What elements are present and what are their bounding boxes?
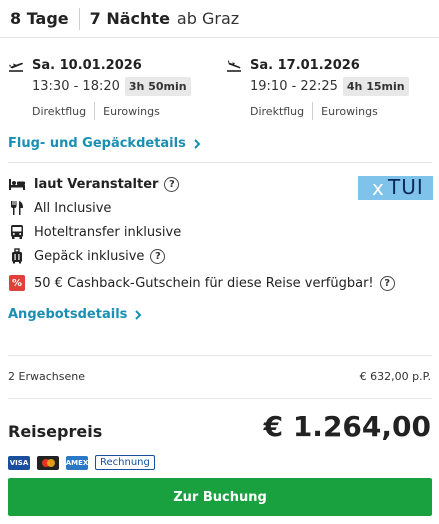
room-info: laut Veranstalter ? bbox=[8, 176, 180, 192]
section-divider bbox=[8, 398, 432, 399]
luggage-info: Gepäck inklusive ? bbox=[8, 248, 166, 264]
departure-origin: ab Graz bbox=[176, 9, 240, 28]
outbound-divider bbox=[94, 102, 96, 120]
mastercard-icon bbox=[37, 455, 59, 470]
section-divider bbox=[8, 162, 432, 163]
board-label: All Inclusive bbox=[34, 200, 112, 216]
trip-days: 8 Tage bbox=[10, 9, 69, 28]
outbound-date: Sa. 10.01.2026 bbox=[32, 58, 142, 73]
total-price: € 1.264,00 bbox=[263, 410, 431, 443]
board-info: All Inclusive bbox=[8, 200, 111, 216]
outbound-duration: 3h 50min bbox=[124, 77, 191, 96]
inbound-duration: 4h 15min bbox=[342, 77, 409, 96]
tui-smile-mark: x bbox=[372, 176, 384, 200]
room-label: laut Veranstalter bbox=[34, 176, 159, 192]
trip-nights: 7 Nächte bbox=[89, 9, 170, 28]
suitcase-icon bbox=[8, 248, 26, 264]
trip-summary-header: 8 Tage 7 Nächte ab Graz bbox=[0, 0, 439, 38]
book-button[interactable]: Zur Buchung bbox=[8, 478, 432, 516]
bus-icon bbox=[8, 224, 26, 240]
help-icon[interactable]: ? bbox=[379, 275, 395, 291]
percent-badge-icon: % bbox=[8, 275, 26, 291]
offer-details-link[interactable]: Angebotsdetails bbox=[8, 307, 142, 322]
plane-arrival-icon bbox=[227, 59, 241, 72]
inbound-airline: Eurowings bbox=[321, 104, 378, 118]
operator-logo: x TUI bbox=[358, 176, 433, 200]
help-icon[interactable]: ? bbox=[164, 176, 180, 192]
invoice-payment-badge: Rechnung bbox=[95, 455, 155, 470]
bed-icon bbox=[8, 176, 26, 192]
outbound-times: 13:30 - 18:20 bbox=[32, 79, 120, 94]
section-divider bbox=[8, 355, 432, 356]
chevron-right-icon bbox=[194, 138, 201, 149]
inbound-flight: Sa. 17.01.2026 19:10 - 22:25 4h 15min Di… bbox=[226, 58, 426, 120]
outbound-flight-type: Direktflug bbox=[32, 104, 87, 118]
cashback-info: % 50 € Cashback-Gutschein für diese Reis… bbox=[8, 275, 395, 291]
help-icon[interactable]: ? bbox=[150, 248, 166, 264]
inbound-flight-type: Direktflug bbox=[250, 104, 305, 118]
transfer-label: Hoteltransfer inklusive bbox=[34, 224, 182, 240]
flight-luggage-details-link[interactable]: Flug- und Gepäckdetails bbox=[8, 136, 201, 151]
inbound-date: Sa. 17.01.2026 bbox=[250, 58, 360, 73]
offer-details-label: Angebotsdetails bbox=[8, 307, 128, 322]
percent-badge: % bbox=[9, 275, 25, 291]
header-divider bbox=[78, 7, 80, 30]
passenger-count: 2 Erwachsene bbox=[8, 370, 85, 383]
outbound-flight: Sa. 10.01.2026 13:30 - 18:20 3h 50min Di… bbox=[8, 58, 208, 120]
payment-methods: VISA AMEX Rechnung bbox=[8, 455, 155, 470]
luggage-label: Gepäck inklusive bbox=[34, 248, 145, 264]
total-price-label: Reisepreis bbox=[8, 422, 103, 441]
outbound-airline: Eurowings bbox=[103, 104, 160, 118]
cutlery-icon bbox=[8, 200, 26, 216]
operator-logo-text: TUI bbox=[388, 176, 424, 199]
visa-icon: VISA bbox=[8, 455, 30, 470]
price-per-person: € 632,00 p.P. bbox=[359, 370, 431, 383]
transfer-info: Hoteltransfer inklusive bbox=[8, 224, 181, 240]
flight-luggage-details-label: Flug- und Gepäckdetails bbox=[8, 136, 186, 151]
amex-icon: AMEX bbox=[66, 455, 88, 470]
inbound-times: 19:10 - 22:25 bbox=[250, 79, 338, 94]
inbound-divider bbox=[312, 102, 314, 120]
chevron-right-icon bbox=[135, 309, 142, 320]
plane-departure-icon bbox=[9, 62, 23, 72]
cashback-label: 50 € Cashback-Gutschein für diese Reise … bbox=[34, 275, 374, 291]
